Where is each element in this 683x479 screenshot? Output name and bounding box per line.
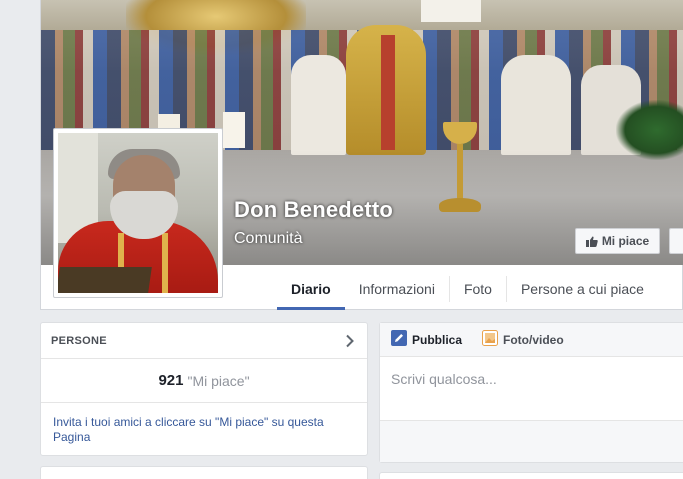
chevron-right-icon[interactable] bbox=[343, 334, 357, 348]
invite-friends-link[interactable]: Invita i tuoi amici a cliccare su "Mi pi… bbox=[41, 403, 367, 445]
profile-picture[interactable] bbox=[53, 128, 223, 298]
photo-icon bbox=[482, 330, 499, 349]
composer-tab-photo-video-label: Foto/video bbox=[503, 332, 564, 347]
page-title[interactable]: Don Benedetto bbox=[234, 197, 393, 223]
people-header[interactable]: PERSONE bbox=[41, 323, 367, 359]
people-title: PERSONE bbox=[51, 334, 107, 347]
pencil-icon bbox=[391, 330, 407, 349]
composer-input[interactable]: Scrivi qualcosa... bbox=[380, 357, 683, 421]
composer-tab-publish-label: Pubblica bbox=[412, 332, 463, 347]
composer-tabs: Pubblica Foto/video bbox=[380, 323, 683, 357]
composer-tab-publish[interactable]: Pubblica bbox=[391, 330, 462, 349]
profile-photo bbox=[58, 133, 218, 293]
right-card-secondary bbox=[379, 472, 683, 479]
tab-foto[interactable]: Foto bbox=[450, 268, 506, 310]
likes-count: 921 bbox=[158, 372, 184, 389]
page-category: Comunità bbox=[234, 230, 303, 247]
composer-tab-photo-video[interactable]: Foto/video bbox=[482, 330, 564, 349]
post-composer: Pubblica Foto/video Scrivi qualcosa... bbox=[379, 322, 683, 463]
composer-footer bbox=[380, 421, 683, 462]
left-card-secondary bbox=[40, 466, 368, 479]
people-card: PERSONE 921 "Mi piace" Invita i tuoi ami… bbox=[40, 322, 368, 456]
tab-persone[interactable]: Persone a cui piace bbox=[507, 268, 658, 310]
like-page-button[interactable]: Mi piace bbox=[575, 228, 660, 254]
likes-label: "Mi piace" bbox=[187, 372, 250, 389]
page-tabs: Diario Informazioni Foto Persone a cui p… bbox=[277, 268, 658, 310]
thumbs-up-icon bbox=[585, 236, 598, 247]
tab-informazioni[interactable]: Informazioni bbox=[345, 268, 449, 310]
tab-diario[interactable]: Diario bbox=[277, 268, 345, 310]
like-button-label: Mi piace bbox=[601, 234, 650, 248]
likes-summary: 921 "Mi piace" bbox=[41, 359, 367, 403]
more-actions-button[interactable] bbox=[669, 228, 683, 254]
